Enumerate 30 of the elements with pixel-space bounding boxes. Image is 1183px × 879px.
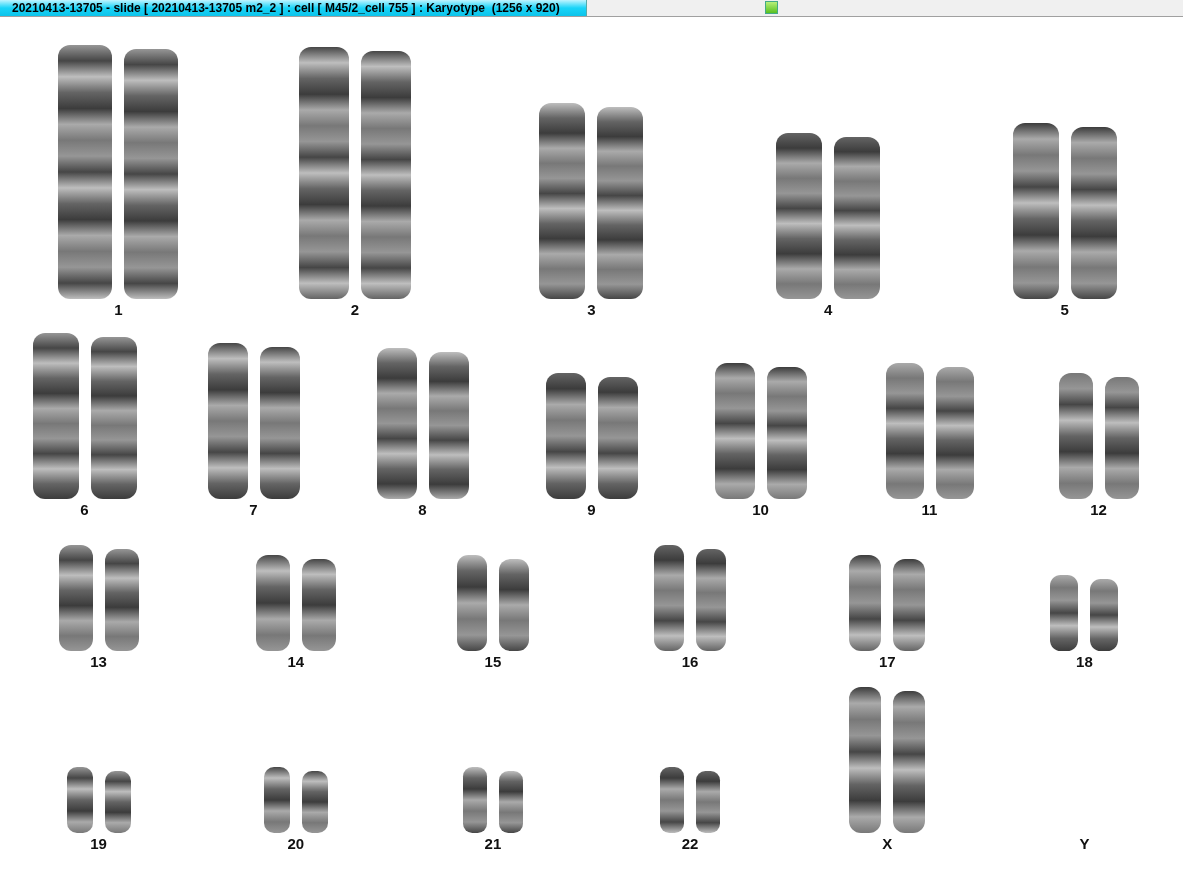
chromosome-pair-drawing (66, 767, 131, 833)
chromosome-label: 15 (484, 653, 502, 671)
chromosome-label: 14 (287, 653, 305, 671)
chromosome-label: 18 (1076, 653, 1093, 671)
chromosome-label: Y (1079, 835, 1090, 853)
chromosome-label: X (882, 835, 893, 853)
window-title: 20210413-13705 - slide [ 20210413-13705 m2_2 ] : cell [ M45/2_cell 755 ] : Karyotype (1256 x 920) (0, 0, 587, 16)
chromosome-label: 2 (350, 301, 360, 319)
chromosome-label: 8 (418, 501, 427, 519)
status-indicator-icon (765, 1, 778, 14)
chromosome-pair-drawing (660, 767, 721, 833)
chromosome-label: 6 (80, 501, 89, 519)
chromosome-label: 21 (484, 835, 502, 853)
chromosome-label: 9 (587, 501, 596, 519)
chromosome-label: 10 (752, 501, 769, 519)
chromosome-pair-drawing (263, 767, 328, 833)
chromosome-label: 20 (287, 835, 305, 853)
chromosome-label: 17 (878, 653, 896, 671)
chromosome-label: 13 (90, 653, 107, 671)
chromosome-label: 12 (1090, 501, 1107, 519)
chromosome-label: 16 (681, 653, 699, 671)
chromosome-label: 19 (90, 835, 107, 853)
chromosome-pair-drawing (462, 767, 523, 833)
chromosome-label: 22 (681, 835, 699, 853)
chromosome-label: 4 (823, 301, 833, 319)
chromosome-label: 3 (587, 301, 596, 319)
chromosome-label: 5 (1060, 301, 1069, 319)
chromosome-label: 7 (249, 501, 258, 519)
chromosome-label: 11 (921, 501, 938, 519)
chromosome-label: 1 (114, 301, 123, 319)
